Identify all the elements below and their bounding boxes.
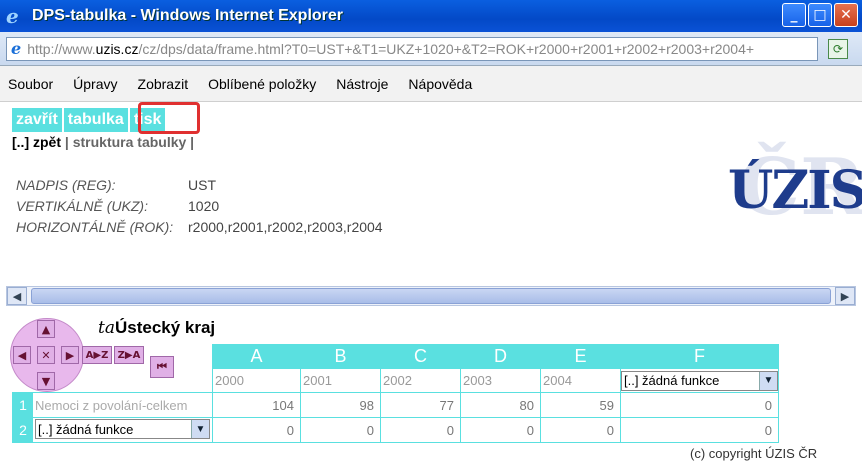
copyright-text: (c) copyright ÚZIS ČR (690, 446, 818, 461)
window-title: DPS-tabulka - Windows Internet Explorer (32, 7, 344, 24)
year-cell: 2004 (540, 368, 621, 393)
region-name: Ústecký kraj (114, 318, 216, 337)
url-prefix: http://www. (27, 40, 96, 57)
corner-cell (13, 345, 213, 369)
url-domain: uzis.cz (95, 40, 139, 57)
year-cell: 2002 (380, 368, 461, 393)
logo-text: ÚZIS (728, 160, 862, 221)
back-link[interactable]: [..] zpět (12, 134, 61, 150)
param-value: 1020 (188, 197, 220, 214)
menu-bar: Soubor Úpravy Zobrazit Oblíbené položky … (0, 66, 862, 102)
column-header[interactable]: C (380, 344, 461, 369)
region-title: taÚstecký kraj (98, 318, 215, 338)
data-table: A B C D E F 2000 2001 2002 2003 2004 [..… (12, 344, 779, 443)
scroll-right-icon[interactable]: ▶ (835, 287, 855, 305)
year-cell: 2000 (212, 368, 301, 393)
title-bar: e DPS-tabulka - Windows Internet Explore… (0, 0, 862, 32)
page-icon: e (11, 39, 22, 58)
select-value: [..] žádná funkce (38, 421, 134, 437)
column-header[interactable]: E (540, 344, 621, 369)
table-row: 1 Nemoci z povolání-celkem 104 98 77 80 … (12, 392, 779, 418)
table-cell: 0 (620, 417, 779, 443)
table-cell: 104 (212, 392, 301, 418)
scroll-thumb[interactable] (31, 288, 831, 304)
table-row: 2 [..] žádná funkce ▼ 0 0 0 0 0 0 (12, 417, 779, 443)
chevron-down-icon[interactable]: ▼ (191, 420, 209, 438)
table-cell: 0 (540, 417, 621, 443)
table-cell: 0 (620, 392, 779, 418)
menu-item-nastroje[interactable]: Nástroje (336, 76, 388, 92)
region-prefix: ta (98, 318, 115, 338)
horizontal-scrollbar[interactable]: ◀ ▶ (6, 286, 856, 306)
year-row: 2000 2001 2002 2003 2004 [..] žádná funk… (13, 368, 779, 393)
address-bar: e http://www. uzis.cz/cz/dps/data/frame.h… (0, 32, 862, 66)
year-cell: 2003 (460, 368, 541, 393)
table-cell: 77 (380, 392, 461, 418)
row-header-cell: 1 Nemoci z povolání-celkem (12, 392, 213, 418)
table-cell: 59 (540, 392, 621, 418)
param-row: NADPIS (REG): UST (16, 174, 383, 195)
row-number: 2 (13, 418, 33, 442)
param-value: r2000,r2001,r2002,r2003,r2004 (188, 218, 383, 235)
column-header[interactable]: B (300, 344, 381, 369)
nav-up-icon[interactable]: ▲ (37, 320, 55, 338)
ie-icon: e (6, 4, 19, 28)
param-row: VERTIKÁLNĚ (UKZ): 1020 (16, 195, 383, 216)
window-controls: _ □ ✕ (782, 3, 858, 27)
close-button[interactable]: ✕ (834, 3, 858, 27)
uzis-logo: ČR ÚZIS (728, 142, 862, 242)
maximize-button[interactable]: □ (808, 3, 832, 27)
menu-item-napoveda[interactable]: Nápověda (408, 76, 472, 92)
row-header-cell: 2 [..] žádná funkce ▼ (12, 417, 213, 443)
row-function-select[interactable]: [..] žádná funkce ▼ (35, 419, 210, 439)
table-cell: 80 (460, 392, 541, 418)
scroll-left-icon[interactable]: ◀ (7, 287, 27, 305)
separator: | (61, 134, 73, 150)
table-cell: 0 (380, 417, 461, 443)
parameter-list: NADPIS (REG): UST VERTIKÁLNĚ (UKZ): 1020… (16, 174, 383, 237)
close-link[interactable]: zavřít (12, 108, 64, 132)
year-cell: 2001 (300, 368, 381, 393)
chevron-down-icon[interactable]: ▼ (759, 371, 777, 390)
param-key: HORIZONTÁLNĚ (ROK): (16, 218, 174, 235)
param-value: UST (188, 176, 216, 193)
separator: | (186, 134, 195, 150)
column-header[interactable]: D (460, 344, 541, 369)
table-cell: 0 (300, 417, 381, 443)
table-cell: 98 (300, 392, 381, 418)
column-header-row: A B C D E F (13, 344, 779, 369)
function-select-cell: [..] žádná funkce ▼ (620, 368, 779, 393)
param-row: HORIZONTÁLNĚ (ROK): r2000,r2001,r2002,r2… (16, 216, 383, 237)
corner-cell (13, 369, 213, 393)
row-number: 1 (13, 393, 33, 417)
table-cell: 0 (212, 417, 301, 443)
param-key: NADPIS (REG): (16, 176, 116, 193)
menu-item-zobrazit[interactable]: Zobrazit (138, 76, 189, 92)
table-cell: 0 (460, 417, 541, 443)
refresh-icon[interactable]: ⟳ (828, 38, 848, 59)
minimize-button[interactable]: _ (782, 3, 806, 27)
select-value: [..] žádná funkce (624, 373, 720, 388)
structure-link[interactable]: struktura tabulky (73, 134, 187, 150)
address-input[interactable]: e http://www. uzis.cz/cz/dps/data/frame.h… (6, 36, 818, 61)
menu-item-soubor[interactable]: Soubor (8, 76, 53, 92)
url-suffix: /cz/dps/data/frame.html?T0=UST+&T1=UKZ+1… (138, 40, 755, 57)
table-link[interactable]: tabulka (63, 108, 130, 132)
row-name[interactable]: Nemoci z povolání-celkem (33, 393, 187, 417)
sub-navigation: [..] zpět | struktura tabulky | (12, 134, 194, 150)
column-header[interactable]: A (212, 344, 301, 369)
menu-item-upravy[interactable]: Úpravy (73, 76, 117, 92)
param-key: VERTIKÁLNĚ (UKZ): (16, 197, 148, 214)
column-header[interactable]: F (620, 344, 779, 369)
print-highlight (138, 102, 200, 134)
menu-item-oblibene[interactable]: Oblíbené položky (208, 76, 316, 92)
column-function-select[interactable]: [..] žádná funkce ▼ (621, 370, 778, 391)
